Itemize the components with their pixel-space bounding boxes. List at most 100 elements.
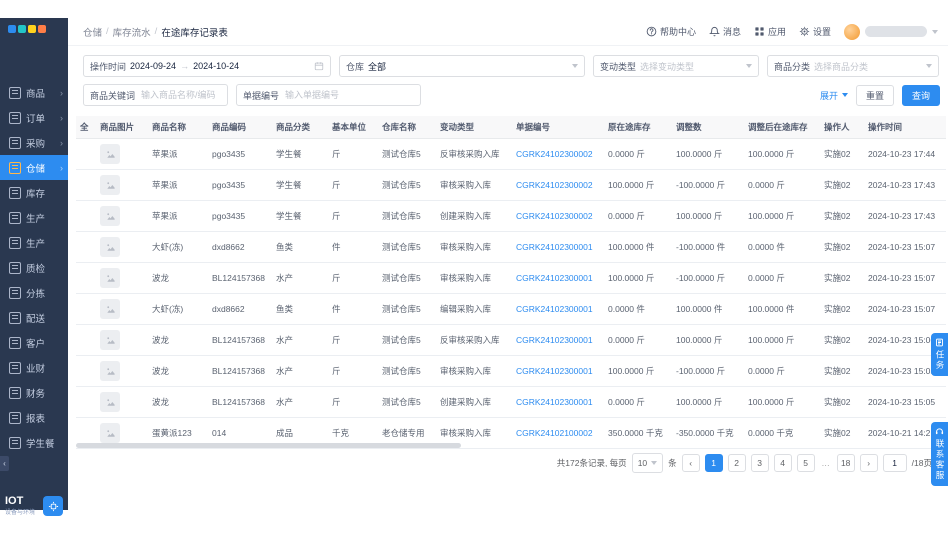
- page-button-18[interactable]: 18: [836, 454, 855, 472]
- sidebar-item-orders[interactable]: 订单 ›: [0, 105, 68, 130]
- cell-product-code: BL124157368: [208, 386, 272, 418]
- sidebar-item-reports[interactable]: 报表: [0, 405, 68, 430]
- page-jump-input[interactable]: [882, 454, 907, 472]
- doc-number-link[interactable]: CGRK24102300001: [516, 242, 593, 252]
- sidebar-item-sorting[interactable]: 分拣: [0, 280, 68, 305]
- doc-number-link[interactable]: CGRK24102300002: [516, 180, 593, 190]
- page-ellipsis: …: [821, 458, 830, 468]
- column-header-5[interactable]: 仓库名称: [378, 116, 436, 139]
- next-page-button[interactable]: ›: [859, 454, 878, 472]
- column-header-8[interactable]: 原在途库存: [604, 116, 672, 139]
- expand-toggle[interactable]: 展开: [820, 89, 848, 102]
- change-type-label: 变动类型: [600, 61, 637, 72]
- sidebar-item-delivery[interactable]: 配送: [0, 305, 68, 330]
- sidebar-item-purchase[interactable]: 采购 ›: [0, 130, 68, 155]
- page-button-3[interactable]: 3: [750, 454, 769, 472]
- category-placeholder: 选择商品分类: [814, 61, 869, 72]
- prev-page-button[interactable]: ‹: [681, 454, 700, 472]
- sidebar-item-production-2[interactable]: 生产: [0, 230, 68, 255]
- contact-service-float-button[interactable]: 联系客服: [931, 422, 948, 486]
- pagination: 共172条记录, 每页 10 条 ‹12345 … 18› /18页: [76, 453, 932, 473]
- row-select-cell[interactable]: [76, 386, 96, 418]
- select-all-header[interactable]: 全: [76, 116, 96, 139]
- records-table: 全商品图片 商品名称 商品编码 商品分类 基本单位 仓库名称 变动类型 单据编号 原在途库存 调整…: [76, 116, 946, 449]
- topbar-action-settings[interactable]: 设置: [799, 25, 831, 38]
- user-menu[interactable]: [844, 23, 938, 40]
- row-select-cell[interactable]: [76, 231, 96, 263]
- column-header-11[interactable]: 操作人: [820, 116, 866, 139]
- date-from-value[interactable]: 2024-09-24: [130, 61, 176, 71]
- cell-product-image: [96, 386, 148, 418]
- breadcrumb-item[interactable]: 仓储: [83, 25, 102, 39]
- category-select[interactable]: 商品分类 选择商品分类: [767, 55, 939, 77]
- horizontal-scrollbar[interactable]: [76, 443, 946, 448]
- column-header-10[interactable]: 调整后在途库存: [744, 116, 820, 139]
- column-header-0[interactable]: 商品图片: [96, 116, 148, 139]
- column-header-6[interactable]: 变动类型: [436, 116, 512, 139]
- avatar[interactable]: [844, 23, 860, 40]
- quality-icon: [9, 261, 21, 274]
- doc-number-link[interactable]: CGRK24102300002: [516, 211, 593, 221]
- column-header-1[interactable]: 商品名称: [148, 116, 208, 139]
- row-select-cell[interactable]: [76, 200, 96, 232]
- sidebar-item-label: 商品: [26, 88, 46, 100]
- row-select-cell[interactable]: [76, 355, 96, 387]
- row-select-cell[interactable]: [76, 293, 96, 325]
- column-header-2[interactable]: 商品编码: [208, 116, 272, 139]
- cell-doc-number: CGRK24102300002: [512, 200, 604, 232]
- date-range-picker[interactable]: 操作时间 2024-09-24 → 2024-10-24: [83, 55, 331, 77]
- column-header-3[interactable]: 商品分类: [272, 116, 328, 139]
- keyword-input-group[interactable]: 商品关键词: [83, 84, 228, 106]
- search-button[interactable]: 查询: [901, 84, 940, 106]
- doc-number-link[interactable]: CGRK24102300001: [516, 273, 593, 283]
- sidebar-item-goods[interactable]: 商品 ›: [0, 80, 68, 105]
- sidebar-item-quality[interactable]: 质检: [0, 255, 68, 280]
- page-button-2[interactable]: 2: [727, 454, 746, 472]
- sidebar-item-warehouse[interactable]: 仓储 ›: [0, 155, 68, 180]
- sidebar-collapse-button[interactable]: ‹: [0, 456, 9, 471]
- cell-change-type: 审核采购入库: [436, 262, 512, 294]
- row-select-cell[interactable]: [76, 169, 96, 201]
- page-button-5[interactable]: 5: [796, 454, 815, 472]
- topbar-action-apps[interactable]: 应用: [754, 25, 786, 38]
- column-header-12[interactable]: 操作时间: [866, 116, 946, 139]
- reset-button[interactable]: 重置: [855, 84, 894, 106]
- warehouse-select[interactable]: 仓库 全部: [339, 55, 585, 77]
- doc-number-link[interactable]: CGRK24102300001: [516, 366, 593, 376]
- row-select-cell[interactable]: [76, 262, 96, 294]
- topbar-action-help[interactable]: 帮助中心: [646, 25, 696, 38]
- doc-number-link[interactable]: CGRK24102300001: [516, 304, 593, 314]
- chevron-right-icon: ›: [60, 162, 63, 173]
- cell-before-qty: 100.0000 件: [604, 231, 672, 263]
- change-type-select[interactable]: 变动类型 选择变动类型: [593, 55, 759, 77]
- doc-number-link[interactable]: CGRK24102100002: [516, 428, 593, 438]
- page-button-4[interactable]: 4: [773, 454, 792, 472]
- sidebar-item-finance[interactable]: 财务: [0, 380, 68, 405]
- sidebar-item-production-1[interactable]: 生产: [0, 205, 68, 230]
- row-select-cell[interactable]: [76, 324, 96, 356]
- finance-icon: [9, 386, 21, 399]
- topbar-right: 帮助中心 消息 应用 设置: [646, 23, 938, 40]
- date-to-value[interactable]: 2024-10-24: [193, 61, 239, 71]
- row-select-cell[interactable]: [76, 138, 96, 170]
- topbar-action-message[interactable]: 消息: [708, 25, 741, 38]
- task-float-button[interactable]: 任务: [931, 333, 948, 376]
- sidebar-item-business-finance[interactable]: 业财: [0, 355, 68, 380]
- logo-block-1: [8, 25, 16, 33]
- keyword-input[interactable]: [139, 89, 221, 101]
- sidebar-item-inventory[interactable]: 库存: [0, 180, 68, 205]
- breadcrumb-item[interactable]: 库存流水: [113, 25, 151, 39]
- doc-number-input-group[interactable]: 单据编号: [236, 84, 421, 106]
- column-header-9[interactable]: 调整数: [672, 116, 744, 139]
- page-size-select[interactable]: 10: [631, 453, 664, 473]
- page-button-1[interactable]: 1: [704, 454, 723, 472]
- doc-number-input[interactable]: [283, 89, 414, 101]
- doc-number-link[interactable]: CGRK24102300002: [516, 149, 593, 159]
- column-header-7[interactable]: 单据编号: [512, 116, 604, 139]
- scrollbar-thumb[interactable]: [76, 443, 461, 448]
- doc-number-link[interactable]: CGRK24102300001: [516, 397, 593, 407]
- sidebar-item-customers[interactable]: 客户: [0, 330, 68, 355]
- doc-number-link[interactable]: CGRK24102300001: [516, 335, 593, 345]
- column-header-4[interactable]: 基本单位: [328, 116, 378, 139]
- sidebar-item-student-meal[interactable]: 学生餐: [0, 430, 68, 455]
